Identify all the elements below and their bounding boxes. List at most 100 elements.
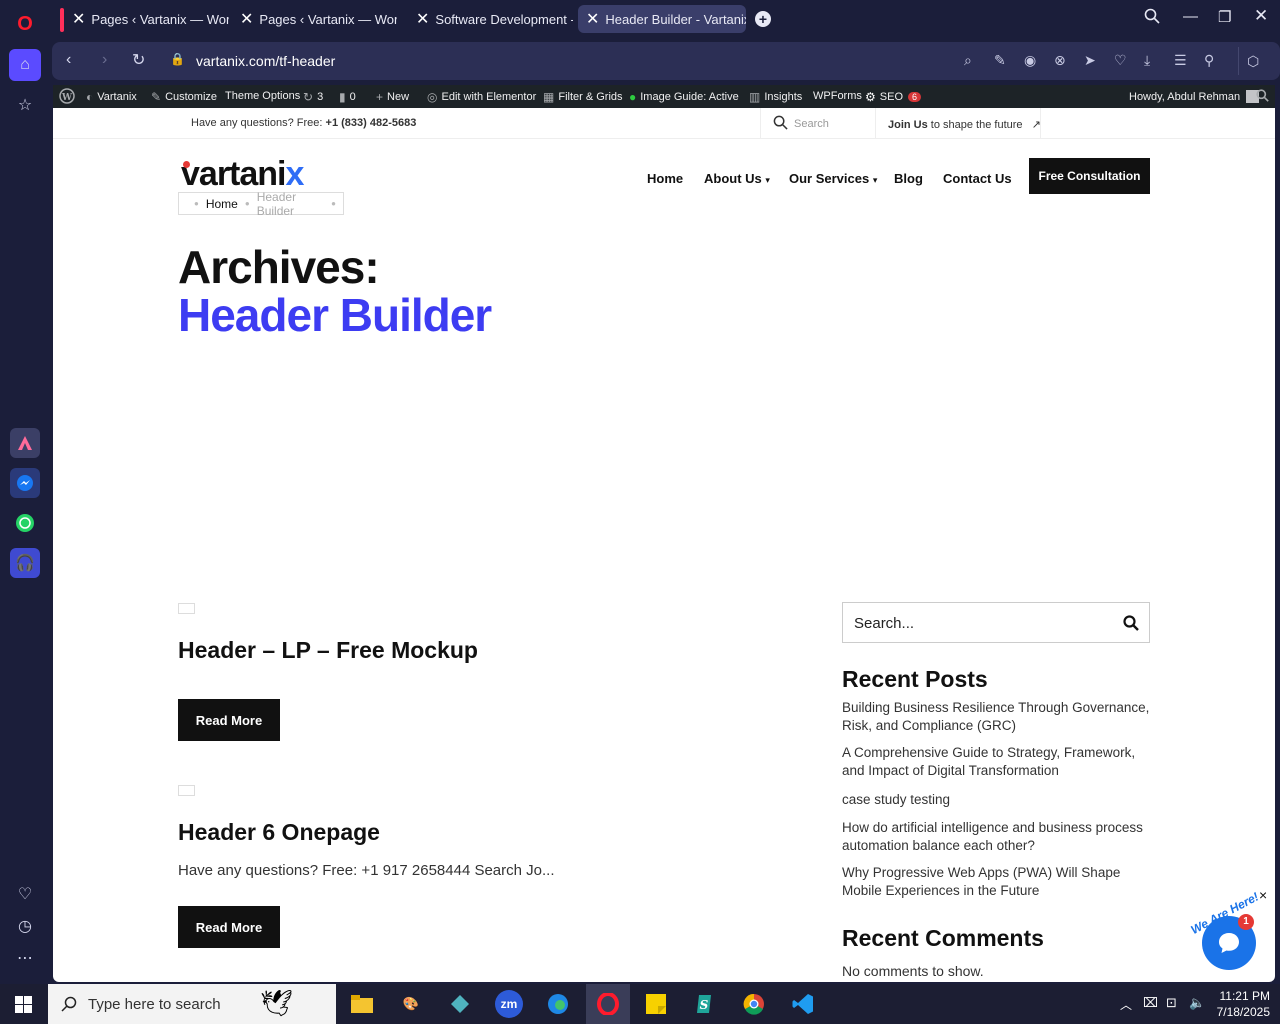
forward-icon[interactable]: ›	[102, 51, 107, 69]
divider	[875, 108, 876, 138]
adblock-icon[interactable]: ⊗	[1054, 52, 1066, 69]
sidebar-search-input[interactable]: Search...	[854, 615, 914, 632]
nav-our-services[interactable]: Our Services ▾	[789, 171, 877, 186]
site-logo[interactable]: vartanix	[181, 155, 304, 194]
edge-browser-icon[interactable]	[544, 990, 572, 1018]
recent-post-link[interactable]: case study testing	[842, 791, 1152, 809]
profile-icon[interactable]: ⚲	[1204, 52, 1214, 69]
tray-volume-icon[interactable]: 🔈	[1189, 995, 1205, 1011]
reload-icon[interactable]: ↻	[132, 50, 145, 70]
nav-blog[interactable]: Blog	[894, 171, 923, 186]
search-tabs-icon[interactable]	[1144, 8, 1160, 28]
clock-date: 7/18/2025	[1216, 1005, 1270, 1019]
edit-icon[interactable]: ✎	[994, 52, 1006, 69]
post-thumbnail[interactable]	[178, 603, 195, 614]
extensions-icon[interactable]: ⬡	[1238, 47, 1272, 75]
recent-post-link[interactable]: How do artificial intelligence and busin…	[842, 819, 1152, 855]
heart-icon[interactable]: ♡	[9, 878, 41, 910]
wp-image-guide[interactable]: ● Image Guide: Active	[629, 90, 739, 104]
breadcrumb-dot: ●	[331, 199, 336, 208]
address-bar: ‹ › ↻ 🔒 vartanix.com/tf-header ⌕ ✎ ◉ ⊗ ➤…	[52, 42, 1280, 80]
restore-icon[interactable]: ❐	[1218, 8, 1231, 26]
whatsapp-icon[interactable]	[10, 508, 40, 538]
chat-count-badge: 1	[1238, 914, 1254, 930]
nav-contact-us[interactable]: Contact Us	[943, 171, 1012, 186]
tab-pages-1[interactable]: ✕ Pages ‹ Vartanix — WordP	[64, 5, 229, 33]
wp-new[interactable]: + New	[376, 90, 409, 104]
recent-post-link[interactable]: Why Progressive Web Apps (PWA) Will Shap…	[842, 864, 1152, 900]
sidebar-search-icon[interactable]	[1123, 615, 1139, 636]
send-icon[interactable]: ➤	[1084, 52, 1096, 69]
free-consultation-button[interactable]: Free Consultation	[1029, 158, 1150, 194]
aria-icon[interactable]	[10, 428, 40, 458]
tray-network-alert-icon[interactable]: ⌧	[1143, 995, 1158, 1011]
minimize-icon[interactable]: —	[1183, 8, 1198, 25]
top-search-icon[interactable]	[773, 115, 788, 133]
wordpress-logo-icon[interactable]: W	[59, 88, 75, 104]
wp-wpforms-label: WPForms	[813, 90, 862, 102]
app-diamond-icon[interactable]	[446, 990, 474, 1018]
tray-chevron-icon[interactable]: ︿	[1120, 996, 1132, 1013]
vscode-icon[interactable]	[789, 990, 817, 1018]
wp-filter-grids[interactable]: ▦ Filter & Grids	[543, 90, 623, 104]
wp-theme-options[interactable]: Theme Options	[225, 90, 300, 102]
top-search-input[interactable]: Search	[794, 118, 829, 130]
download-icon[interactable]: ⤓	[1144, 52, 1150, 69]
post-thumbnail[interactable]	[178, 785, 195, 796]
nav-about-us[interactable]: About Us ▾	[704, 171, 770, 186]
breadcrumb: ● Home ● Header Builder ●	[178, 190, 344, 218]
camera-icon[interactable]: ◉	[1024, 52, 1036, 69]
wp-site-name[interactable]: ◐ Vartanix	[86, 90, 137, 104]
taskbar-search[interactable]: Type here to search 🕊	[48, 984, 336, 1024]
wp-insights[interactable]: ▥ Insights	[749, 90, 802, 104]
messenger-icon[interactable]	[10, 468, 40, 498]
favorites-heart-icon[interactable]: ♡	[1114, 52, 1127, 69]
sticky-notes-icon[interactable]	[642, 990, 670, 1018]
wp-howdy[interactable]: Howdy, Abdul Rehman	[1129, 90, 1260, 103]
recent-post-link[interactable]: A Comprehensive Guide to Strategy, Frame…	[842, 744, 1152, 780]
join-us-link[interactable]: Join Us to shape the future ↗	[888, 118, 1041, 131]
tab-header-builder[interactable]: ✕ Header Builder - Vartanix	[578, 5, 746, 33]
paint-app-icon[interactable]: 🎨	[397, 990, 425, 1018]
recent-post-link[interactable]: Building Business Resilience Through Gov…	[842, 699, 1152, 735]
back-icon[interactable]: ‹	[66, 51, 71, 69]
wp-edit-elementor[interactable]: ◎ Edit with Elementor	[427, 90, 536, 104]
easy-setup-icon[interactable]: ☰	[1174, 52, 1187, 69]
music-player-icon[interactable]: 🎧	[10, 548, 40, 578]
zoom-app-icon[interactable]: zm	[495, 990, 523, 1018]
star-icon[interactable]: ☆	[9, 89, 41, 121]
history-icon[interactable]: ◷	[9, 910, 41, 942]
home-icon[interactable]: ⌂	[9, 49, 41, 81]
tray-ethernet-icon[interactable]: ⊡	[1166, 995, 1177, 1011]
breadcrumb-home[interactable]: Home	[206, 197, 238, 211]
more-icon[interactable]: ⋯	[9, 942, 41, 974]
opera-logo-icon[interactable]: O	[9, 8, 41, 40]
wp-comments[interactable]: ▮ 0	[339, 90, 356, 104]
app-s-icon[interactable]: S	[691, 990, 719, 1018]
nav-home[interactable]: Home	[647, 171, 683, 186]
read-more-button[interactable]: Read More	[178, 906, 280, 948]
wp-search-icon[interactable]	[1256, 89, 1269, 102]
find-icon[interactable]: ⌕	[964, 52, 972, 69]
tab-label: Pages ‹ Vartanix — WordP	[259, 11, 397, 27]
phone-link[interactable]: +1 (833) 482-5683	[326, 117, 417, 129]
tab-label: Header Builder - Vartanix	[605, 11, 746, 27]
windows-start-icon[interactable]	[15, 996, 32, 1018]
wp-wpforms[interactable]: WPForms	[813, 90, 862, 102]
contact-line: Have any questions? Free: +1 (833) 482-5…	[191, 117, 416, 129]
new-tab-icon[interactable]: +	[755, 11, 771, 27]
close-window-icon[interactable]: ✕	[1254, 6, 1268, 26]
opera-taskbar-icon[interactable]	[586, 984, 630, 1024]
tab-software-development[interactable]: ✕ Software Development - V	[408, 5, 573, 33]
post-title[interactable]: Header 6 Onepage	[178, 819, 380, 846]
read-more-button[interactable]: Read More	[178, 699, 280, 741]
tab-pages-2[interactable]: ✕ Pages ‹ Vartanix — WordP	[232, 5, 397, 33]
file-explorer-icon[interactable]	[348, 990, 376, 1018]
wp-seo[interactable]: ⚙ SEO 6	[865, 90, 922, 104]
wp-customize[interactable]: ✎ Customize	[151, 90, 217, 104]
taskbar-clock[interactable]: 11:21 PM 7/18/2025	[1214, 988, 1270, 1020]
wp-updates[interactable]: ↻ 3	[303, 90, 323, 104]
post-title[interactable]: Header – LP – Free Mockup	[178, 637, 478, 664]
url-field[interactable]: vartanix.com/tf-header	[196, 53, 335, 69]
chrome-browser-icon[interactable]	[740, 990, 768, 1018]
